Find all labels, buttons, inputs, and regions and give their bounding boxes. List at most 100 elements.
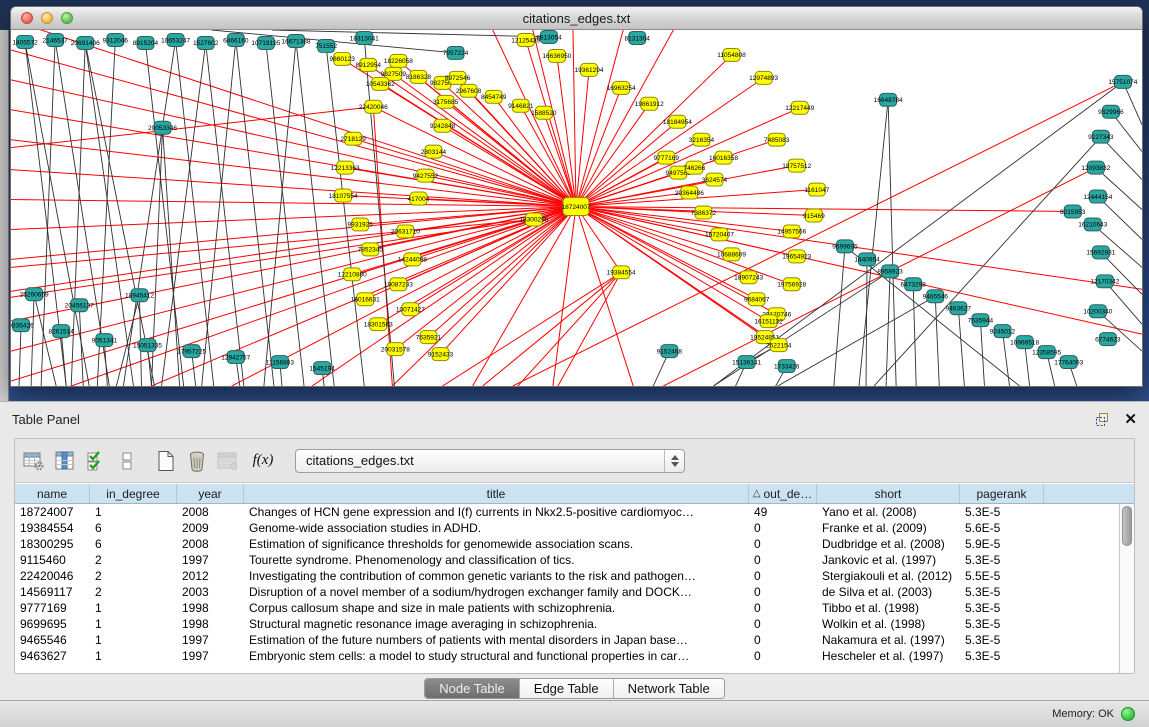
graph-node[interactable]: 10719195 (251, 36, 280, 49)
window-titlebar[interactable]: citations_edges.txt (11, 7, 1142, 30)
graph-node[interactable]: 9860123 (329, 52, 355, 65)
graph-node[interactable]: 9699695 (832, 240, 858, 253)
table-body[interactable]: 1872400712008Changes of HCN gene express… (15, 504, 1119, 673)
graph-node[interactable]: 915469 (803, 209, 825, 222)
delete-table-button[interactable] (184, 448, 210, 474)
graph-node[interactable]: 10966518 (1010, 336, 1039, 349)
graph-node[interactable]: 16720407 (705, 228, 734, 241)
graph-node[interactable]: 18757512 (782, 159, 811, 172)
close-panel-icon[interactable]: ✕ (1124, 412, 1137, 427)
graph-node[interactable]: 12213363 (331, 161, 360, 174)
graph-node[interactable]: 751552 (315, 39, 337, 52)
function-builder-button[interactable]: f(x) (246, 448, 280, 474)
graph-node[interactable]: 1588520 (531, 106, 557, 119)
graph-node[interactable]: 8915204 (133, 36, 159, 49)
new-table-button[interactable] (153, 448, 179, 474)
graph-node[interactable]: 19654923 (782, 250, 811, 263)
graph-node[interactable]: 14957566 (777, 225, 806, 238)
scrollbar-thumb[interactable] (1122, 506, 1132, 546)
graph-node[interactable]: 9146821 (508, 99, 534, 112)
column-header-name[interactable]: name (15, 484, 90, 503)
graph-node[interactable]: 9335426 (11, 319, 34, 332)
graph-node[interactable]: 9242848 (430, 119, 456, 132)
graph-node[interactable]: 12093832 (1081, 161, 1110, 174)
tab-network-table[interactable]: Network Table (614, 679, 724, 698)
graph-node[interactable]: 10071427 (396, 303, 425, 316)
select-all-button[interactable] (83, 448, 109, 474)
graph-node[interactable]: 6466160 (223, 33, 249, 46)
network-canvas[interactable]: 1405572214653720691406931204689152041065… (11, 30, 1142, 386)
graph-node[interactable]: 10653247 (161, 33, 190, 46)
graph-node[interactable]: 3624574 (702, 173, 728, 186)
graph-node[interactable]: 417004 (408, 192, 430, 205)
graph-node[interactable]: 8186328 (406, 70, 432, 83)
table-row[interactable]: 1938455462009Genome-wide association stu… (15, 520, 1119, 536)
column-header-pagerank[interactable]: pagerank (960, 484, 1044, 503)
graph-node[interactable]: 19361294 (575, 63, 604, 76)
graph-node[interactable]: 1733426 (774, 360, 800, 373)
graph-node[interactable]: 16636950 (542, 49, 571, 62)
close-window-button[interactable] (21, 12, 33, 24)
column-header-year[interactable]: year (177, 484, 244, 503)
table-selector-dropdown[interactable]: citations_edges.txt (295, 449, 685, 473)
graph-node[interactable]: 12444154 (1083, 190, 1112, 203)
graph-node[interactable]: 16210643 (1078, 218, 1107, 231)
table-row[interactable]: 911546021997Tourette syndrome. Phenomeno… (15, 552, 1119, 568)
table-row[interactable]: 946554611997Estimation of the future num… (15, 632, 1119, 648)
graph-node[interactable]: 11054808 (717, 48, 746, 61)
graph-node[interactable]: 17764093 (1054, 356, 1083, 369)
graph-node[interactable]: 1440954 (854, 253, 880, 266)
import-table-button[interactable] (215, 448, 241, 474)
graph-node[interactable]: 22420046 (359, 100, 388, 113)
table-row[interactable]: 969969511998Structural magnetic resonanc… (15, 616, 1119, 632)
graph-node[interactable]: 1161047 (804, 183, 829, 196)
graph-node[interactable]: 9152468 (657, 345, 683, 358)
graph-node[interactable]: 20031578 (381, 343, 410, 356)
graph-node[interactable]: 15051335 (133, 339, 162, 352)
graph-node[interactable]: 12358595 (1032, 346, 1061, 359)
graph-node[interactable]: 19861912 (635, 97, 664, 110)
show-columns-button[interactable] (52, 448, 78, 474)
graph-node[interactable]: 20631710 (391, 225, 420, 238)
graph-node[interactable]: 16648784 (874, 93, 903, 106)
table-row[interactable]: 1872400712008Changes of HCN gene express… (15, 504, 1119, 520)
graph-node[interactable]: 19756928 (777, 278, 806, 291)
graph-node[interactable]: 12974893 (749, 71, 778, 84)
graph-node[interactable]: 2718129 (341, 132, 367, 145)
graph-node[interactable]: 2146537 (42, 33, 68, 46)
zoom-window-button[interactable] (61, 12, 73, 24)
graph-node[interactable]: 6473298 (900, 278, 926, 291)
graph-node[interactable]: 1405572 (12, 35, 38, 48)
graph-node[interactable]: 15692931 (1086, 246, 1115, 259)
graph-node[interactable]: 7957224 (443, 46, 469, 59)
column-header-title[interactable]: title (244, 484, 749, 503)
graph-node[interactable]: 9152433 (428, 348, 454, 361)
graph-node[interactable]: 16671388 (282, 34, 311, 47)
graph-node[interactable]: 16963254 (607, 81, 636, 94)
column-header-out_de[interactable]: △out_de… (749, 484, 817, 503)
graph-node[interactable]: 8454749 (481, 90, 507, 103)
graph-node[interactable]: 9227343 (1088, 130, 1114, 143)
column-header-short[interactable]: short (817, 484, 960, 503)
graph-node[interactable]: 9245012 (990, 325, 1016, 338)
unselect-all-button[interactable] (114, 448, 140, 474)
table-row[interactable]: 2242004622012Investigating the contribut… (15, 568, 1119, 584)
float-window-icon[interactable] (1095, 412, 1110, 426)
graph-node[interactable]: 18313041 (350, 31, 379, 44)
column-header-in_degree[interactable]: in_degree (90, 484, 177, 503)
graph-node[interactable]: 10200340 (1083, 305, 1112, 318)
table-row[interactable]: 977716911998Corpus callosum shape and si… (15, 600, 1119, 616)
table-settings-button[interactable] (21, 448, 47, 474)
tab-node-table[interactable]: Node Table (425, 679, 520, 698)
graph-node[interactable]: 12942757 (221, 351, 250, 364)
network-graph-svg[interactable]: 1405572214653720691406931204689152041065… (11, 30, 1142, 386)
graph-node[interactable]: 19384554 (607, 266, 636, 279)
graph-node[interactable]: 9931925 (348, 218, 374, 231)
graph-node[interactable]: 8215953 (1060, 205, 1086, 218)
graph-node[interactable]: 20053346 (148, 121, 177, 134)
graph-node[interactable]: 746266 (684, 161, 706, 174)
graph-node[interactable]: 6774623 (1095, 333, 1121, 346)
graph-node[interactable]: 18945412 (125, 289, 154, 302)
tab-edge-table[interactable]: Edge Table (520, 679, 614, 698)
table-vertical-scrollbar[interactable] (1119, 504, 1134, 673)
